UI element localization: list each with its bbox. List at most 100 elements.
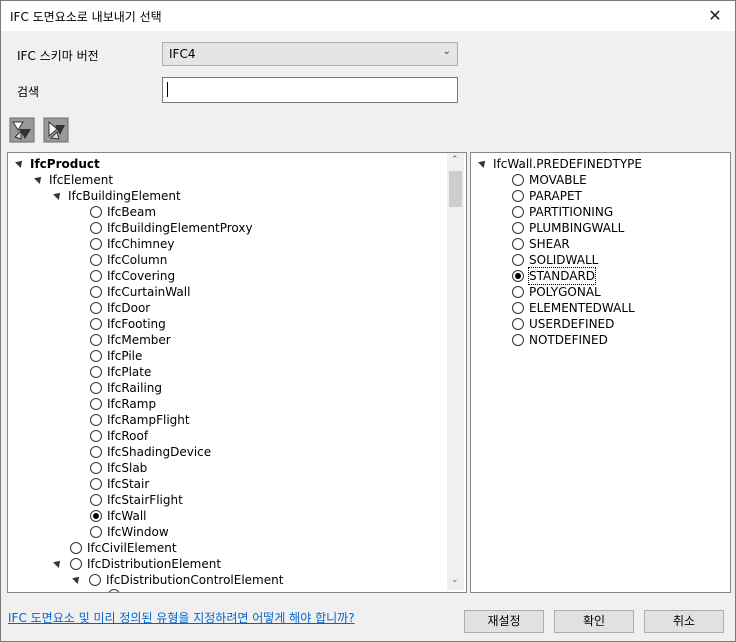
tree-label: IfcBeam: [107, 205, 157, 219]
help-link[interactable]: IFC 도면요소 및 미리 정의된 유형을 지정하려면 어떻게 해야 합니까?: [8, 609, 355, 626]
radio-icon[interactable]: [512, 222, 524, 234]
expanded-icon[interactable]: [34, 174, 44, 184]
radio-icon[interactable]: [90, 366, 102, 378]
tree-label: IfcStairFlight: [107, 493, 183, 507]
radio-icon[interactable]: [512, 302, 524, 314]
chevron-down-icon: ⌄: [442, 46, 451, 57]
expanded-icon[interactable]: [72, 574, 82, 584]
radio-icon[interactable]: [90, 414, 102, 426]
tree-label: IfcShadingDevice: [107, 445, 212, 459]
vertical-scrollbar[interactable]: ⌃ ⌄: [447, 153, 464, 590]
search-label: 검색: [17, 85, 40, 99]
collapse-all-icon[interactable]: [43, 117, 69, 143]
tree-label: NOTDEFINED: [529, 333, 608, 347]
radio-icon[interactable]: [90, 382, 102, 394]
title-bar: IFC 도면요소로 내보내기 선택 ✕: [1, 1, 735, 31]
radio-icon[interactable]: [90, 222, 102, 234]
expanded-icon[interactable]: [15, 158, 25, 168]
search-input[interactable]: [162, 77, 458, 103]
predefined-type-tree[interactable]: IfcWall.PREDEFINEDTYPE MOVABLE PARAPET PAR…: [470, 152, 731, 593]
tree-label: IfcDistributionControlElement: [106, 573, 284, 587]
scroll-up-icon[interactable]: ⌃: [451, 155, 459, 165]
tree-label: IfcCurtainWall: [107, 285, 191, 299]
radio-icon[interactable]: [512, 174, 524, 186]
radio-icon[interactable]: [90, 430, 102, 442]
tree-label: IfcBuildingElementProxy: [107, 221, 253, 235]
radio-icon[interactable]: [90, 526, 102, 538]
tree-label: PARTITIONING: [529, 205, 614, 219]
tree-label: SOLIDWALL: [529, 253, 599, 267]
expanded-icon[interactable]: [53, 190, 63, 200]
tree-label: IfcChimney: [107, 237, 175, 251]
radio-icon[interactable]: [512, 190, 524, 202]
tree-label: IfcPile: [107, 349, 143, 363]
radio-icon[interactable]: [70, 558, 82, 570]
tree-label: STANDARD: [527, 267, 597, 285]
radio-icon[interactable]: [90, 446, 102, 458]
radio-icon[interactable]: [512, 286, 524, 298]
radio-icon[interactable]: [90, 254, 102, 266]
tree-label: IfcRoof: [107, 429, 149, 443]
radio-icon[interactable]: [90, 478, 102, 490]
radio-icon[interactable]: [90, 238, 102, 250]
radio-icon[interactable]: [90, 398, 102, 410]
tree-label: IfcMember: [107, 333, 171, 347]
tree-label: POLYGONAL: [529, 285, 601, 299]
scroll-thumb[interactable]: [449, 171, 462, 207]
radio-icon[interactable]: [512, 206, 524, 218]
scroll-down-icon[interactable]: ⌄: [451, 575, 459, 585]
tree-label: IfcCivilElement: [87, 541, 177, 555]
radio-icon[interactable]: [512, 238, 524, 250]
cancel-button[interactable]: 취소: [644, 610, 724, 633]
schema-version-select[interactable]: IFC4 ⌄: [162, 42, 458, 66]
radio-icon[interactable]: [512, 254, 524, 266]
radio-icon[interactable]: [90, 350, 102, 362]
radio-icon[interactable]: [90, 494, 102, 506]
expand-all-icon[interactable]: [9, 117, 35, 143]
tree-label: IfcDoor: [107, 301, 151, 315]
schema-version-label: IFC 스키마 버전: [17, 49, 99, 63]
tree-label: IfcDistributionElement: [87, 557, 222, 571]
radio-icon[interactable]: [90, 302, 102, 314]
radio-icon[interactable]: [90, 270, 102, 282]
tree-label: IfcWall: [107, 509, 147, 523]
tree-label: SHEAR: [529, 237, 570, 251]
tree-label: IfcRamp: [107, 397, 157, 411]
element-tree[interactable]: IfcProduct IfcElement IfcBuildingElement…: [7, 152, 467, 593]
radio-icon[interactable]: [90, 510, 102, 522]
tree-label: IfcProduct: [30, 157, 100, 171]
tree-label: PARAPET: [529, 189, 582, 203]
tree-label: IfcStair: [107, 477, 150, 491]
reset-button[interactable]: 재설정: [464, 610, 544, 633]
expanded-icon[interactable]: [53, 558, 63, 568]
schema-version-value: IFC4: [169, 47, 196, 61]
radio-icon[interactable]: [90, 462, 102, 474]
tree-label: IfcWindow: [107, 525, 169, 539]
tree-label: IfcFooting: [107, 317, 166, 331]
tree-label: IfcWall.PREDEFINEDTYPE: [493, 157, 642, 171]
radio-icon[interactable]: [512, 270, 524, 282]
close-icon[interactable]: ✕: [695, 1, 735, 31]
radio-icon[interactable]: [90, 206, 102, 218]
tree-label: IfcBuildingElement: [68, 189, 181, 203]
radio-icon[interactable]: [90, 334, 102, 346]
radio-icon[interactable]: [512, 318, 524, 330]
expanded-icon[interactable]: [478, 158, 488, 168]
tree-label: IfcPlate: [107, 365, 152, 379]
tree-label: ELEMENTEDWALL: [529, 301, 635, 315]
tree-label: IfcColumn: [107, 253, 168, 267]
tree-label: MOVABLE: [529, 173, 587, 187]
tree-label: IfcElement: [49, 173, 114, 187]
radio-icon[interactable]: [90, 286, 102, 298]
tree-label: IfcRailing: [107, 381, 163, 395]
radio-icon[interactable]: [70, 542, 82, 554]
tree-label: PLUMBINGWALL: [529, 221, 625, 235]
radio-icon[interactable]: [90, 318, 102, 330]
text-caret: [167, 82, 168, 97]
radio-icon[interactable]: [512, 334, 524, 346]
tree-label: IfcCovering: [107, 269, 176, 283]
tree-label: IfcSlab: [107, 461, 148, 475]
dialog-title: IFC 도면요소로 내보내기 선택: [10, 10, 162, 24]
radio-icon[interactable]: [89, 574, 101, 586]
ok-button[interactable]: 확인: [554, 610, 634, 633]
